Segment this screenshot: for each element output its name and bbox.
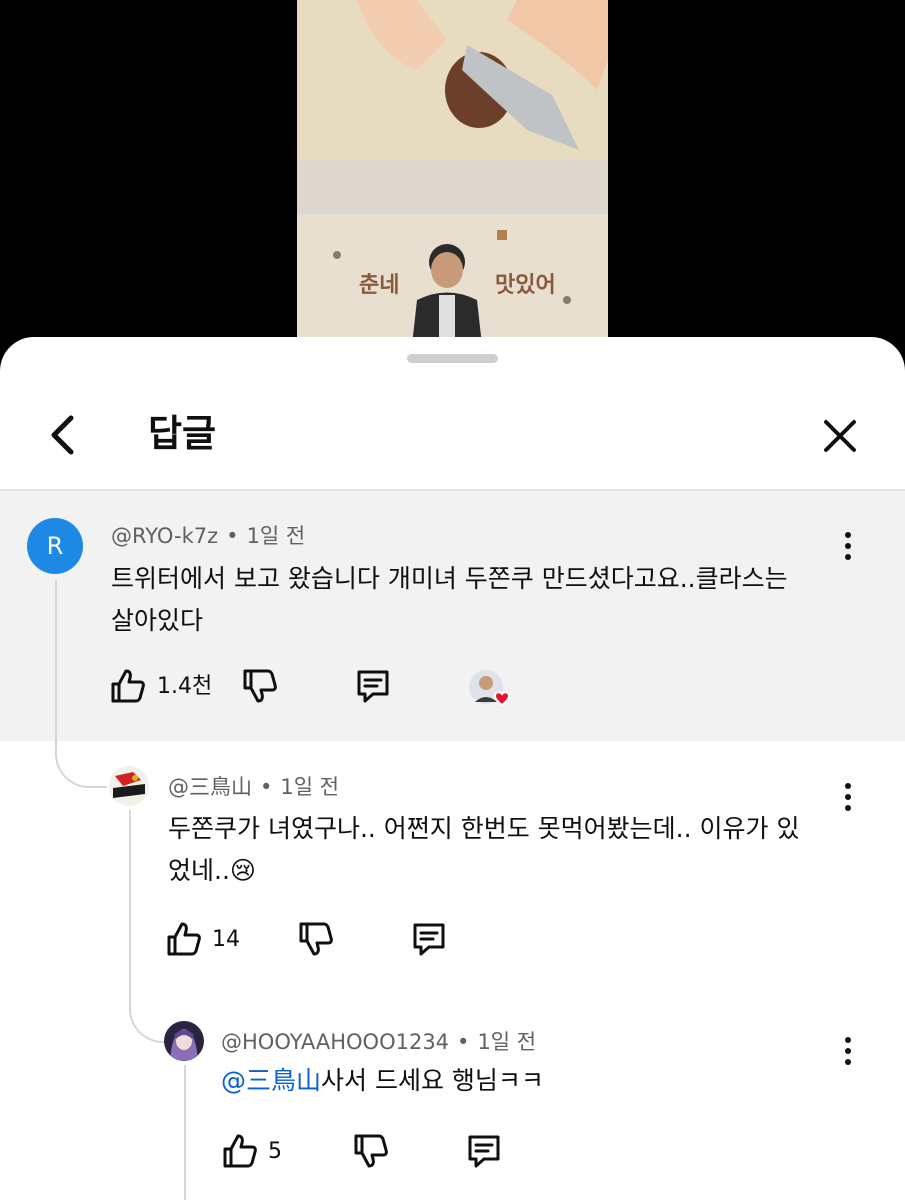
comment-text-line: 었네..😢 bbox=[168, 856, 256, 885]
video-overlay-right: 맛있어 bbox=[495, 273, 556, 298]
comment-meta: @HOOYAAHOOO1234 • 1일 전 bbox=[221, 1028, 536, 1056]
like-count: 5 bbox=[268, 1139, 282, 1164]
replies-panel: 답글 R @RYO-k7z • 1일 전 트위터에서 보고 왔습니다 개미녀 두쫀쿠… bbox=[0, 337, 905, 1200]
comment-text-body: 사서 드세요 행님ㅋㅋ bbox=[321, 1066, 544, 1095]
thread-connector bbox=[184, 1065, 186, 1200]
comment-text: 두쫀쿠가 녀였구나.. 어쩐지 한번도 못먹어봤는데.. 이유가 있 었네..😢 bbox=[168, 808, 799, 892]
more-options-icon[interactable] bbox=[843, 1037, 853, 1073]
comment-actions: 5 bbox=[220, 1131, 520, 1181]
reply-icon[interactable] bbox=[464, 1131, 504, 1171]
comment-meta: @三鳥山 • 1일 전 bbox=[168, 773, 339, 801]
video-player[interactable]: 춘네 맛있어 bbox=[0, 0, 905, 360]
meta-separator: • bbox=[226, 524, 239, 548]
meta-separator: • bbox=[457, 1030, 470, 1054]
thread-connector bbox=[55, 580, 107, 788]
mention-link[interactable]: @三鳥山 bbox=[221, 1066, 321, 1095]
comment-text-line: 트위터에서 보고 왔습니다 개미녀 두쫀쿠 만드셨다고요..클라스는 bbox=[111, 564, 788, 593]
avatar[interactable] bbox=[164, 1021, 204, 1061]
comment-text-line: 두쫀쿠가 녀였구나.. 어쩐지 한번도 못먹어봤는데.. 이유가 있 bbox=[168, 814, 800, 843]
comment-time: 1일 전 bbox=[280, 775, 340, 799]
close-icon[interactable] bbox=[816, 412, 864, 460]
more-options-icon[interactable] bbox=[843, 783, 853, 819]
chevron-left-icon[interactable] bbox=[40, 412, 86, 458]
dislike-icon[interactable] bbox=[240, 666, 280, 706]
like-count: 14 bbox=[212, 927, 240, 952]
comment-actions: 14 bbox=[164, 919, 464, 969]
author-name[interactable]: @HOOYAAHOOO1234 bbox=[221, 1030, 449, 1054]
comment-time: 1일 전 bbox=[246, 524, 306, 548]
like-icon[interactable] bbox=[164, 919, 204, 959]
more-options-icon[interactable] bbox=[843, 532, 853, 568]
reply-icon[interactable] bbox=[353, 666, 393, 706]
dislike-icon[interactable] bbox=[296, 919, 336, 959]
panel-header: 답글 bbox=[0, 382, 905, 489]
comment-text-line: 살아있다 bbox=[111, 606, 204, 635]
panel-title: 답글 bbox=[148, 412, 217, 455]
reply-icon[interactable] bbox=[409, 919, 449, 959]
video-frame: 춘네 맛있어 bbox=[297, 0, 608, 345]
dislike-icon[interactable] bbox=[351, 1131, 391, 1171]
author-name[interactable]: @三鳥山 bbox=[168, 775, 252, 799]
meta-separator: • bbox=[260, 775, 273, 799]
video-overlay-left: 춘네 bbox=[359, 273, 399, 298]
like-icon[interactable] bbox=[108, 666, 148, 706]
creator-heart-badge bbox=[467, 668, 515, 710]
comment-meta: @RYO-k7z • 1일 전 bbox=[111, 522, 305, 550]
like-count: 1.4천 bbox=[157, 674, 213, 699]
avatar[interactable] bbox=[109, 766, 149, 806]
comment-text: @三鳥山사서 드세요 행님ㅋㅋ bbox=[221, 1060, 544, 1102]
comment-time: 1일 전 bbox=[477, 1030, 537, 1054]
like-icon[interactable] bbox=[220, 1131, 260, 1171]
author-name[interactable]: @RYO-k7z bbox=[111, 524, 218, 548]
avatar[interactable]: R bbox=[27, 518, 83, 574]
drag-handle[interactable] bbox=[407, 354, 498, 363]
comment-text: 트위터에서 보고 왔습니다 개미녀 두쫀쿠 만드셨다고요..클라스는 살아있다 bbox=[111, 558, 788, 642]
comment-actions: 1.4천 bbox=[108, 666, 528, 716]
